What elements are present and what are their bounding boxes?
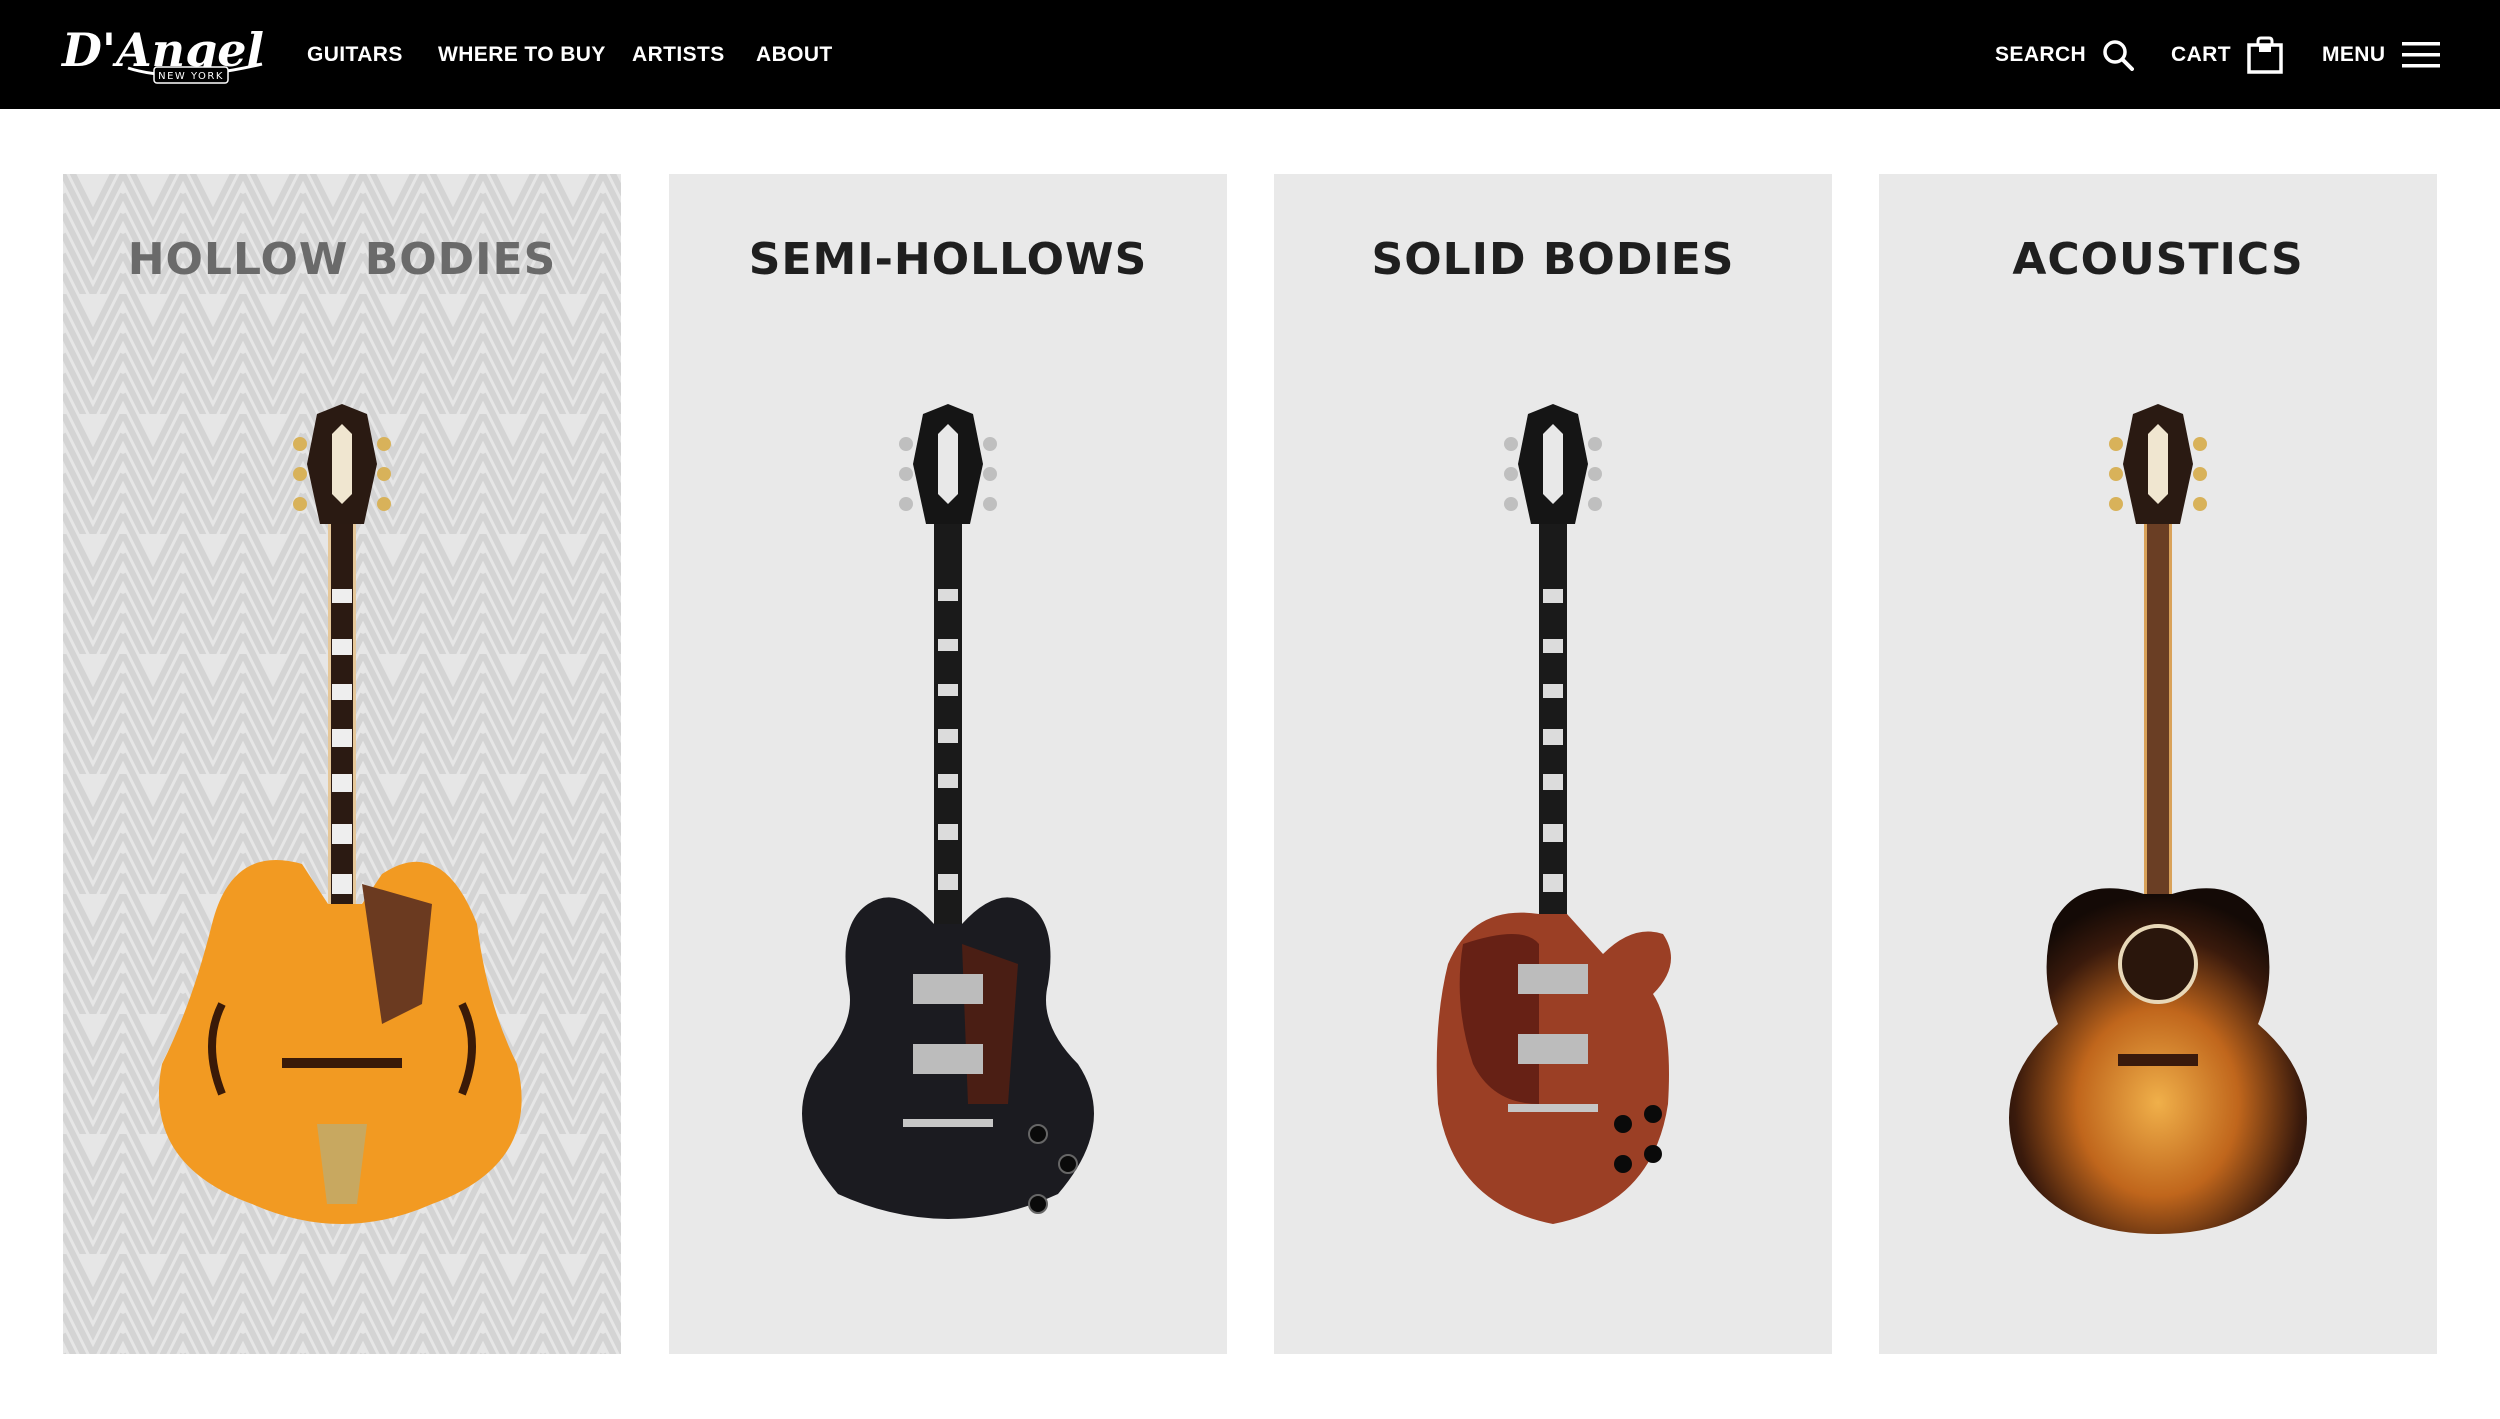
category-title: ACOUSTICS (2012, 234, 2304, 285)
cart-label: CART (2171, 42, 2231, 66)
nav-artists-label: ARTISTS (632, 42, 725, 66)
nav-about-label: ABOUT (756, 42, 833, 66)
category-card-acoustics[interactable]: ACOUSTICS (1879, 174, 2437, 1354)
nav-guitars-label: GUITARS (307, 42, 403, 66)
brand-logo[interactable]: D'Angelico NEW YORK (58, 18, 264, 90)
nav-about[interactable]: ABOUT (756, 0, 833, 109)
category-title: SEMI-HOLLOWS (748, 234, 1148, 285)
nav-artists[interactable]: ARTISTS (632, 0, 725, 109)
menu-button[interactable]: MENU (2322, 0, 2441, 109)
acoustic-guitar-image (2009, 404, 2307, 1234)
hamburger-menu-icon (2402, 41, 2441, 67)
search-button[interactable]: SEARCH (1995, 0, 2135, 109)
search-label: SEARCH (1995, 42, 2087, 66)
logo-wordmark: D'Angelico NEW YORK (60, 23, 264, 84)
semi-hollow-guitar-image (802, 404, 1094, 1219)
nav-guitars[interactable]: GUITARS (307, 0, 403, 109)
category-card-hollow-bodies[interactable]: HOLLOW BODIES (63, 174, 621, 1354)
svg-text:NEW YORK: NEW YORK (158, 71, 224, 82)
site-header: D'Angelico NEW YORK GUITARS WHERE TO BUY… (0, 0, 2500, 109)
category-title: HOLLOW BODIES (127, 234, 557, 285)
category-title: SOLID BODIES (1371, 234, 1735, 285)
shopping-bag-icon (2247, 36, 2283, 74)
cart-button[interactable]: CART (2171, 0, 2283, 109)
hollow-body-guitar-image (158, 404, 522, 1224)
nav-where-to-buy[interactable]: WHERE TO BUY (438, 0, 606, 109)
search-icon (2103, 39, 2135, 71)
category-card-solid-bodies[interactable]: SOLID BODIES (1274, 174, 1832, 1354)
menu-label: MENU (2322, 42, 2386, 66)
category-card-semi-hollows[interactable]: SEMI-HOLLOWS (669, 174, 1227, 1354)
solid-body-guitar-image (1436, 404, 1671, 1224)
nav-where-to-buy-label: WHERE TO BUY (438, 42, 606, 66)
